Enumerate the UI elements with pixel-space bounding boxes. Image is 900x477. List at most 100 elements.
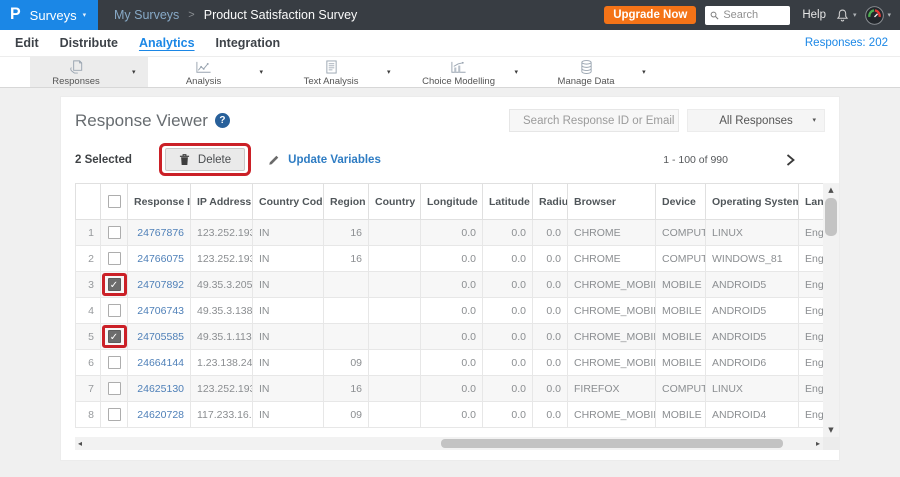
- row-number: 5: [75, 323, 101, 350]
- delete-button[interactable]: Delete: [164, 148, 246, 171]
- responses-filter-dropdown[interactable]: All Responses ▾: [687, 109, 825, 132]
- table-row: 5 ✓ 24705585 49.35.1.113 IN 0.0 0.0 0.0 CHROME_M…: [75, 323, 823, 350]
- row-checkbox[interactable]: [107, 356, 121, 369]
- help-badge-icon[interactable]: ?: [214, 113, 230, 128]
- row-checkbox[interactable]: [107, 226, 121, 239]
- selected-count: 2 Selected: [75, 153, 132, 166]
- response-id-link[interactable]: 24767876: [127, 219, 191, 246]
- tab-distribute[interactable]: Distribute: [60, 36, 118, 50]
- country-code: IN: [252, 271, 324, 298]
- breadcrumb-my-surveys[interactable]: My Surveys: [114, 8, 179, 22]
- scroll-down-arrow[interactable]: ▼: [823, 424, 839, 436]
- response-search[interactable]: [509, 109, 679, 132]
- horizontal-scrollbar[interactable]: ◂ ▸: [75, 437, 823, 450]
- column-header-longitude[interactable]: Longitude: [420, 183, 483, 220]
- responses-count: Responses: 202: [804, 37, 888, 49]
- tab-integration[interactable]: Integration: [216, 36, 281, 50]
- browser: CHROME: [567, 245, 656, 272]
- column-header-country-code[interactable]: Country Code: [252, 183, 324, 220]
- response-id-link[interactable]: 24625130: [127, 375, 191, 402]
- column-header-radius[interactable]: Radius: [532, 183, 568, 220]
- region: 09: [323, 349, 369, 376]
- row-checkbox[interactable]: [107, 252, 121, 265]
- row-checkbox[interactable]: ✓: [107, 278, 121, 291]
- response-id-link[interactable]: 24766075: [127, 245, 191, 272]
- update-variables-label: Update Variables: [288, 153, 381, 166]
- chevron-down-icon: ▾: [887, 10, 891, 19]
- response-search-input[interactable]: [523, 114, 677, 127]
- column-header-row-number: [75, 183, 101, 220]
- table-header-row: Response ID▲ IP Address Country Code Region…: [75, 183, 823, 220]
- global-search[interactable]: [705, 5, 791, 25]
- ip-address: 49.35.3.205: [190, 271, 253, 298]
- country-code: IN: [252, 297, 324, 324]
- ip-address: 1.23.138.24: [190, 349, 253, 376]
- tool-choice-modelling[interactable]: Choice Modelling ▾: [413, 57, 531, 87]
- card-header: Response Viewer ? All Responses ▾: [61, 97, 839, 138]
- response-id-link[interactable]: 24707892: [127, 271, 191, 298]
- top-header: P Surveys ▾ My Surveys > Product Satisfa…: [0, 0, 900, 30]
- row-checkbox-cell: [100, 297, 128, 324]
- upgrade-now-button[interactable]: Upgrade Now: [604, 6, 697, 24]
- responses-icon: [69, 60, 82, 74]
- account-menu[interactable]: ▾: [865, 5, 891, 25]
- vertical-scrollbar[interactable]: ▲ ▼: [823, 183, 839, 437]
- row-checkbox-cell: [100, 245, 128, 272]
- column-header-browser[interactable]: Browser: [567, 183, 656, 220]
- column-header-region[interactable]: Region: [323, 183, 369, 220]
- device: MOBILE: [655, 323, 706, 350]
- notifications-button[interactable]: ▾: [835, 8, 856, 23]
- tool-text-analysis[interactable]: Text Analysis ▾: [285, 57, 403, 87]
- surveys-menu-label: Surveys: [29, 7, 77, 23]
- column-header-operating-system[interactable]: Operating System: [705, 183, 799, 220]
- tool-responses[interactable]: Responses ▾: [30, 57, 148, 87]
- column-header-language[interactable]: Language: [798, 183, 823, 220]
- scroll-up-arrow[interactable]: ▲: [823, 184, 839, 196]
- update-variables-button[interactable]: Update Variables: [268, 154, 381, 166]
- select-all-checkbox[interactable]: [107, 195, 121, 208]
- next-page-button[interactable]: [786, 153, 795, 166]
- latitude: 0.0: [482, 323, 533, 350]
- response-id-link[interactable]: 24620728: [127, 401, 191, 428]
- device: MOBILE: [655, 271, 706, 298]
- row-checkbox[interactable]: [107, 304, 121, 317]
- row-checkbox[interactable]: [107, 382, 121, 395]
- column-header-country[interactable]: Country: [368, 183, 421, 220]
- chevron-down-icon[interactable]: ▾: [515, 68, 519, 76]
- tab-edit[interactable]: Edit: [15, 36, 39, 50]
- scroll-right-arrow[interactable]: ▸: [816, 437, 820, 450]
- region: 16: [323, 375, 369, 402]
- column-header-ip-address[interactable]: IP Address: [190, 183, 253, 220]
- tool-manage-data[interactable]: Manage Data ▾: [540, 57, 658, 87]
- chevron-down-icon[interactable]: ▾: [642, 68, 646, 76]
- chevron-down-icon[interactable]: ▾: [260, 68, 264, 76]
- horizontal-scrollbar-thumb[interactable]: [441, 439, 783, 448]
- global-search-input[interactable]: [723, 9, 786, 21]
- country-code: IN: [252, 245, 324, 272]
- response-id-link[interactable]: 24706743: [127, 297, 191, 324]
- response-id-link[interactable]: 24705585: [127, 323, 191, 350]
- annotation-highlight: Delete: [158, 143, 252, 176]
- tool-analysis[interactable]: Analysis ▾: [158, 57, 276, 87]
- column-header-response-id[interactable]: Response ID▲: [127, 183, 191, 220]
- column-header-latitude[interactable]: Latitude: [482, 183, 533, 220]
- operating-system: ANDROID5: [705, 271, 799, 298]
- column-header-device[interactable]: Device: [655, 183, 706, 220]
- longitude: 0.0: [420, 219, 483, 246]
- vertical-scrollbar-thumb[interactable]: [825, 198, 837, 236]
- row-checkbox[interactable]: ✓: [107, 330, 121, 343]
- help-link[interactable]: Help: [802, 9, 826, 21]
- tab-analytics[interactable]: Analytics: [139, 36, 195, 50]
- tool-label: Choice Modelling: [422, 75, 495, 87]
- row-checkbox-cell: ✓: [100, 323, 128, 350]
- scroll-left-arrow[interactable]: ◂: [78, 437, 82, 450]
- chevron-down-icon[interactable]: ▾: [132, 68, 136, 76]
- row-checkbox[interactable]: [107, 408, 121, 421]
- surveys-product-menu[interactable]: P Surveys ▾: [0, 0, 98, 30]
- device: MOBILE: [655, 401, 706, 428]
- radius: 0.0: [532, 219, 568, 246]
- response-id-link[interactable]: 24664144: [127, 349, 191, 376]
- browser: CHROME_MOBILE: [567, 401, 656, 428]
- country-code: IN: [252, 349, 324, 376]
- chevron-down-icon[interactable]: ▾: [387, 68, 391, 76]
